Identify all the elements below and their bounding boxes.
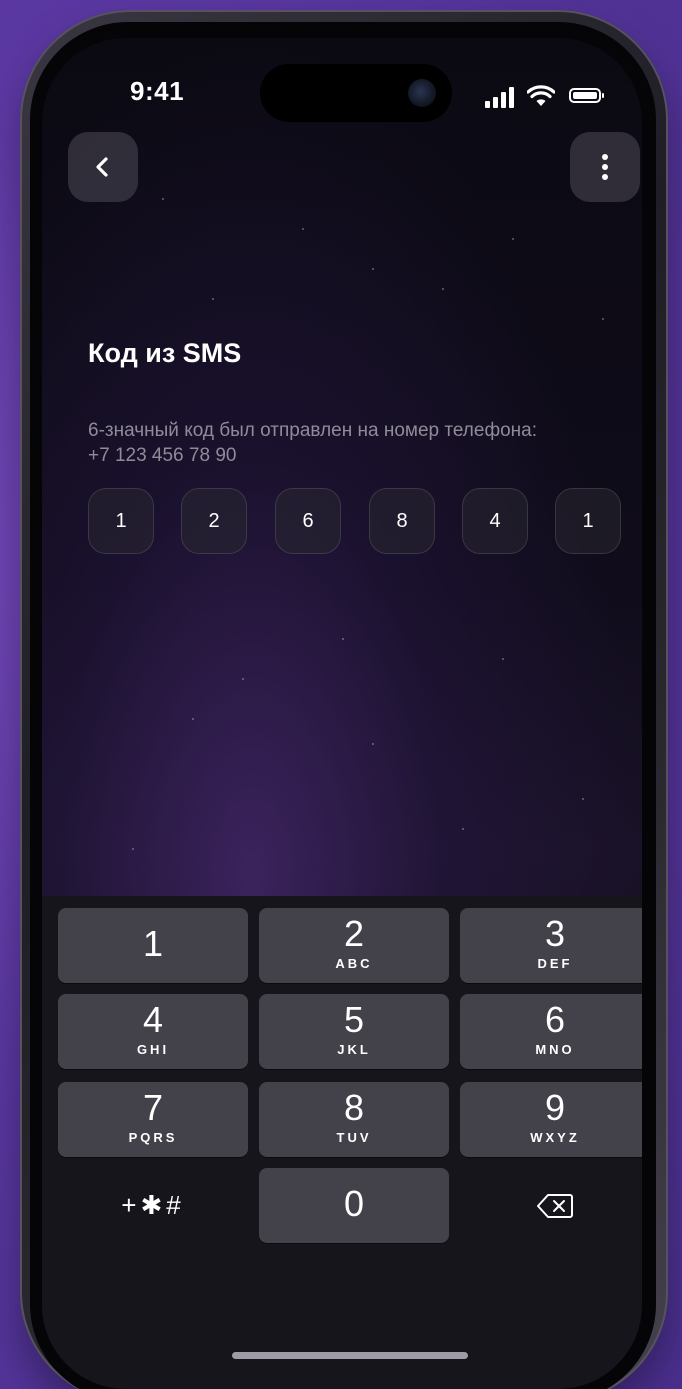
key-4[interactable]: 4 GHI	[58, 994, 248, 1069]
key-8[interactable]: 8 TUV	[259, 1082, 449, 1157]
key-digit: 8	[343, 1087, 365, 1128]
key-letters: WXYZ	[530, 1130, 580, 1145]
wifi-icon	[527, 85, 555, 106]
key-digit: 4	[142, 999, 164, 1040]
key-letters: TUV	[336, 1130, 372, 1145]
key-letters: JKL	[337, 1042, 371, 1057]
key-5[interactable]: 5 JKL	[259, 994, 449, 1069]
code-digit-3[interactable]: 6	[275, 488, 341, 554]
page-subtitle: 6-значный код был отправлен на номер тел…	[88, 420, 537, 466]
numeric-keypad: 1 2 ABC 3 DEF 4 GHI 5 JKL 6 MNO 7 PQRS 8…	[42, 896, 642, 1389]
key-letters: GHI	[136, 1042, 170, 1057]
backspace-icon	[537, 1193, 573, 1218]
key-digit: 3	[544, 913, 566, 954]
key-digit: 0	[343, 1183, 365, 1224]
key-7[interactable]: 7 PQRS	[58, 1082, 248, 1157]
phone-screen: 9:41 Код из SMS 6-значный код был отправ…	[42, 38, 642, 1389]
key-letters: PQRS	[128, 1130, 178, 1145]
code-digit-4[interactable]: 8	[369, 488, 435, 554]
more-vertical-icon	[602, 154, 608, 180]
key-digit: 7	[142, 1087, 164, 1128]
symbols-label: +✱#	[121, 1190, 185, 1220]
chevron-left-icon	[96, 157, 108, 177]
key-6[interactable]: 6 MNO	[460, 994, 642, 1069]
status-time: 9:41	[130, 76, 185, 106]
key-digit: 5	[343, 999, 365, 1040]
home-indicator[interactable]	[232, 1352, 468, 1359]
battery-icon	[569, 88, 604, 103]
code-digit-1[interactable]: 1	[88, 488, 154, 554]
dynamic-island	[260, 64, 452, 122]
key-2[interactable]: 2 ABC	[259, 908, 449, 983]
more-options-button[interactable]	[570, 132, 640, 202]
key-letters: ABC	[335, 956, 373, 971]
code-input-row: 1 2 6 8 4 1	[88, 488, 628, 556]
key-3[interactable]: 3 DEF	[460, 908, 642, 983]
key-letters: DEF	[537, 956, 573, 971]
key-letters: MNO	[535, 1042, 575, 1057]
front-camera	[408, 79, 436, 107]
code-digit-5[interactable]: 4	[462, 488, 528, 554]
page-title: Код из SMS	[88, 338, 242, 368]
key-digit: 6	[544, 999, 566, 1040]
cellular-signal-icon	[485, 86, 515, 108]
back-button[interactable]	[68, 132, 138, 202]
status-icons	[485, 82, 615, 112]
status-bar: 9:41	[42, 38, 642, 148]
delete-key[interactable]	[460, 1168, 642, 1243]
key-0[interactable]: 0	[259, 1168, 449, 1243]
key-9[interactable]: 9 WXYZ	[460, 1082, 642, 1157]
code-digit-2[interactable]: 2	[181, 488, 247, 554]
key-1[interactable]: 1	[58, 908, 248, 983]
key-digit: 2	[343, 913, 365, 954]
key-digit: 9	[544, 1087, 566, 1128]
symbols-key[interactable]: +✱#	[58, 1168, 248, 1243]
code-digit-6[interactable]: 1	[555, 488, 621, 554]
key-digit: 1	[142, 923, 164, 964]
